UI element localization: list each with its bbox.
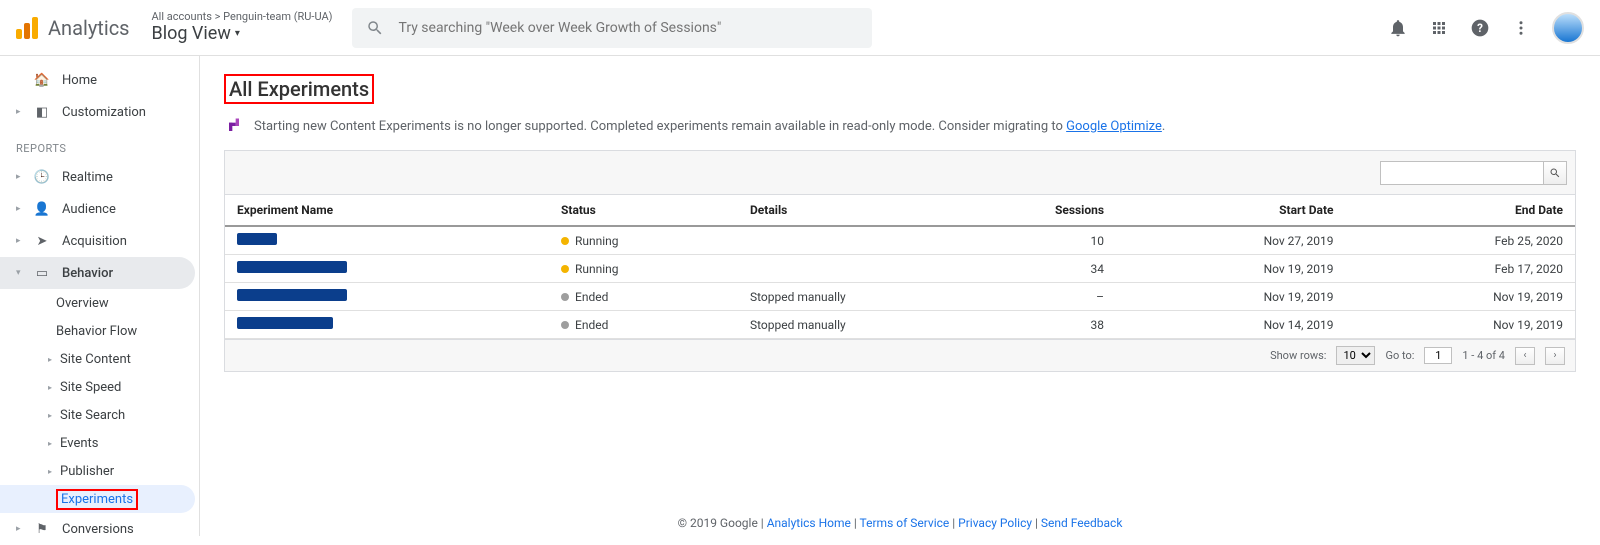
nav-behavior-flow[interactable]: Behavior Flow [0, 317, 199, 345]
page-title: All Experiments [229, 77, 369, 101]
optimize-icon [224, 116, 244, 136]
deprecation-notice: Starting new Content Experiments is no l… [224, 116, 1576, 136]
footer-link[interactable]: Terms of Service [860, 516, 950, 530]
reports-label: REPORTS [0, 128, 199, 161]
col-name[interactable]: Experiment Name [225, 195, 549, 226]
avatar[interactable] [1552, 12, 1584, 44]
footer-link[interactable]: Privacy Policy [958, 516, 1032, 530]
main-content: All Experiments Starting new Content Exp… [200, 56, 1600, 536]
top-bar: Analytics All accounts > Penguin-team (R… [0, 0, 1600, 56]
breadcrumb: All accounts > Penguin-team (RU-UA) [152, 10, 333, 23]
apps-icon[interactable] [1430, 19, 1448, 37]
nav-publisher[interactable]: Publisher [0, 457, 199, 485]
nav-site-search[interactable]: Site Search [0, 401, 199, 429]
pager: Show rows: 10 Go to: 1 - 4 of 4 ‹ › [225, 339, 1575, 371]
product-name: Analytics [48, 16, 130, 40]
table-search-button[interactable] [1543, 161, 1567, 185]
search-input[interactable] [398, 20, 858, 36]
goto-input[interactable] [1424, 347, 1452, 364]
table-row[interactable]: Running10Nov 27, 2019Feb 25, 2020 [225, 226, 1575, 255]
ga-logo-icon [16, 17, 38, 39]
col-status[interactable]: Status [549, 195, 738, 226]
sidebar: 🏠Home ▸◧Customization REPORTS ▸🕒Realtime… [0, 56, 200, 536]
col-start[interactable]: Start Date [1116, 195, 1346, 226]
experiment-name-redacted [237, 233, 277, 245]
more-icon[interactable] [1512, 19, 1530, 37]
table-row[interactable]: EndedStopped manually38Nov 14, 2019Nov 1… [225, 311, 1575, 339]
status-dot-icon [561, 321, 569, 329]
status-dot-icon [561, 237, 569, 245]
nav-realtime[interactable]: ▸🕒Realtime [0, 161, 199, 193]
experiment-name-redacted [237, 317, 333, 329]
search-bar[interactable] [352, 8, 872, 48]
footer: © 2019 Google | Analytics Home | Terms o… [200, 516, 1600, 530]
nav-events[interactable]: Events [0, 429, 199, 457]
nav-behavior-overview[interactable]: Overview [0, 289, 199, 317]
status-dot-icon [561, 293, 569, 301]
col-sessions[interactable]: Sessions [981, 195, 1116, 226]
footer-link[interactable]: Send Feedback [1041, 516, 1123, 530]
help-icon[interactable]: ? [1470, 18, 1490, 38]
nav-home[interactable]: 🏠Home [0, 64, 199, 96]
nav-customization[interactable]: ▸◧Customization [0, 96, 199, 128]
table-row[interactable]: EndedStopped manually–Nov 19, 2019Nov 19… [225, 283, 1575, 311]
view-name: Blog View ▾ [152, 23, 333, 45]
prev-button[interactable]: ‹ [1515, 347, 1535, 365]
nav-acquisition[interactable]: ▸➤Acquisition [0, 225, 199, 257]
optimize-link[interactable]: Google Optimize [1066, 119, 1162, 134]
experiments-table: Experiment Name Status Details Sessions … [225, 195, 1575, 339]
search-icon [366, 19, 384, 37]
col-end[interactable]: End Date [1346, 195, 1576, 226]
svg-text:?: ? [1477, 21, 1483, 35]
range-label: 1 - 4 of 4 [1462, 349, 1505, 362]
status-dot-icon [561, 265, 569, 273]
experiments-panel: Experiment Name Status Details Sessions … [224, 150, 1576, 372]
experiment-name-redacted [237, 289, 347, 301]
account-selector[interactable]: All accounts > Penguin-team (RU-UA) Blog… [152, 10, 333, 45]
experiment-name-redacted [237, 261, 347, 273]
nav-audience[interactable]: ▸👤Audience [0, 193, 199, 225]
nav-experiments[interactable]: Experiments [0, 485, 195, 513]
nav-site-content[interactable]: Site Content [0, 345, 199, 373]
bell-icon[interactable] [1388, 18, 1408, 38]
header-actions: ? [1388, 12, 1584, 44]
col-details[interactable]: Details [738, 195, 981, 226]
table-search-input[interactable] [1380, 161, 1544, 185]
nav-conversions[interactable]: ▸⚑Conversions [0, 513, 199, 545]
footer-link[interactable]: Analytics Home [767, 516, 851, 530]
rows-select[interactable]: 10 [1336, 346, 1375, 365]
next-button[interactable]: › [1545, 347, 1565, 365]
nav-site-speed[interactable]: Site Speed [0, 373, 199, 401]
table-row[interactable]: Running34Nov 19, 2019Feb 17, 2020 [225, 255, 1575, 283]
dropdown-icon: ▾ [235, 28, 240, 40]
nav-behavior[interactable]: ▾▭Behavior [0, 257, 195, 289]
